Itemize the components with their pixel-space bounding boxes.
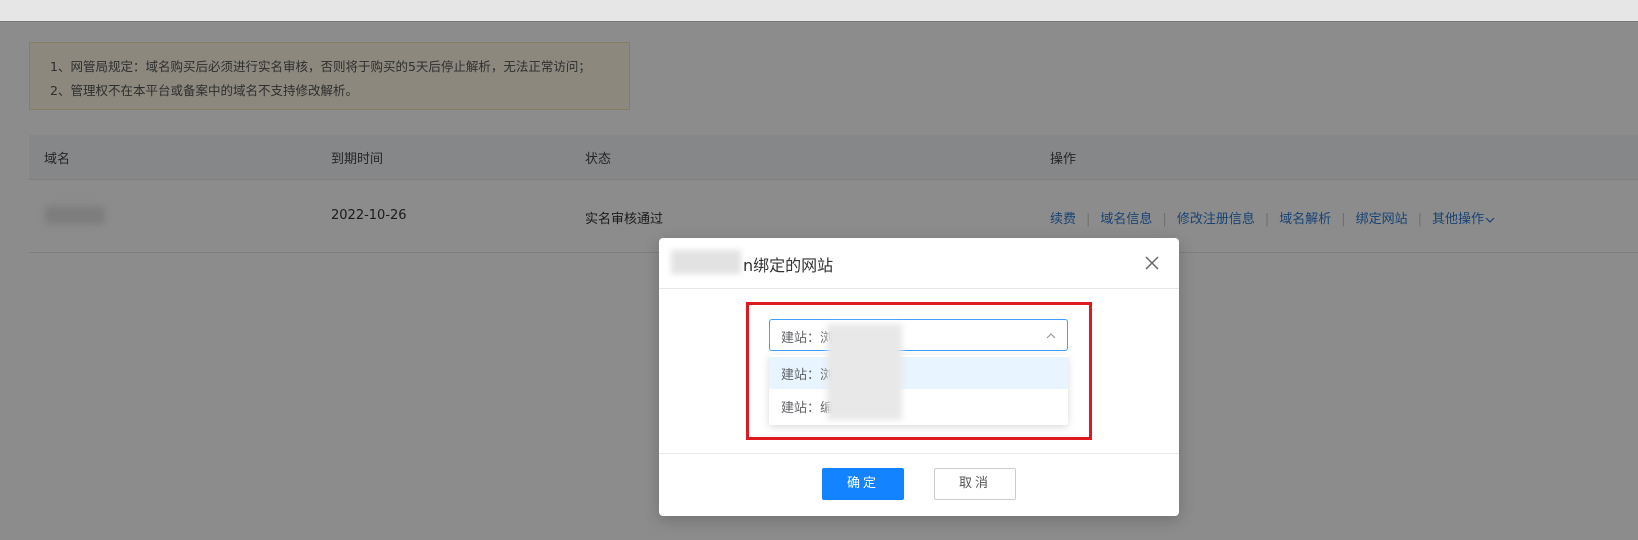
dialog-footer: 确定 取消 [659,453,1179,517]
option-label: 建站：浏 [781,368,834,383]
website-select[interactable]: 建站：浏 [769,319,1068,351]
option-website-2[interactable]: 建站：编 [769,390,1068,422]
top-bar [0,0,1638,22]
chevron-up-icon [1046,333,1056,339]
redacted-site-names [827,324,902,420]
dialog-header: n绑定的网站 [659,238,1179,289]
selected-value: 建站：浏 [781,331,834,346]
cancel-button[interactable]: 取消 [934,468,1016,500]
close-icon[interactable] [1143,254,1161,272]
bind-website-dialog: n绑定的网站 建站：浏 建站：浏 建站：编 确定 取消 [659,238,1179,516]
confirm-button[interactable]: 确定 [822,468,904,500]
select-dropdown: 建站：浏 建站：编 [769,355,1068,425]
option-label: 建站：编 [781,401,834,416]
option-website-1[interactable]: 建站：浏 [769,357,1068,389]
dialog-title: n绑定的网站 [743,256,834,275]
redacted-domain-in-title [671,250,741,274]
